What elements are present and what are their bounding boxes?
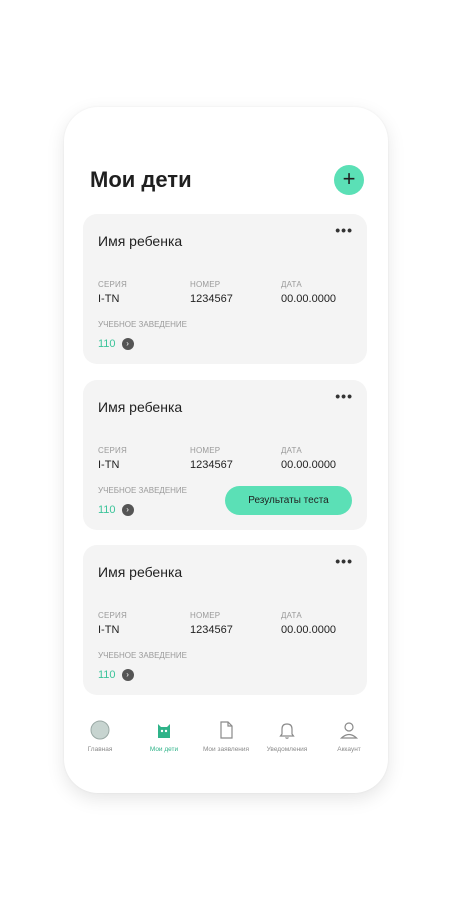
child-card[interactable]: Имя ребенка ••• Серия I-TN Номер 1234567… — [83, 214, 367, 364]
school-link[interactable]: 110 › — [98, 666, 187, 681]
number-value: 1234567 — [190, 459, 233, 471]
tab-notifications[interactable]: Уведомления — [255, 719, 319, 753]
school-label: Учебное заведение — [98, 486, 188, 495]
number-label: Номер — [190, 280, 221, 289]
series-label: Серия — [98, 280, 127, 289]
tab-applications-label: Мои заявления — [202, 746, 250, 753]
school-link[interactable]: 110 › — [98, 501, 187, 516]
arrow-right-icon[interactable]: › — [121, 503, 134, 516]
series-field: Серия I-TN — [98, 611, 127, 636]
add-child-button[interactable]: + — [334, 165, 364, 195]
school-value[interactable]: 110 — [98, 669, 116, 681]
page-title: Мои дети — [90, 167, 192, 192]
series-value: I-TN — [98, 293, 120, 305]
school-block: Учебное заведение 110 › — [98, 486, 188, 516]
school-value[interactable]: 110 — [98, 504, 116, 516]
series-value: I-TN — [98, 459, 120, 471]
tab-account-label: Аккаунт — [337, 746, 361, 753]
number-field: Номер 1234567 — [190, 280, 233, 305]
test-results-button[interactable]: Результаты теста — [225, 486, 352, 515]
bottom-tab-bar: Главная Мои дети Мои заявления Уведомлен… — [64, 719, 388, 759]
child-card[interactable]: Имя ребенка ••• Серия I-TN Номер 1234567… — [83, 380, 367, 530]
tab-account[interactable]: Аккаунт — [317, 719, 381, 753]
school-block: Учебное заведение 110 › — [98, 651, 188, 681]
certificate-fields: Серия I-TN Номер 1234567 Дата 00.00.0000 — [98, 446, 358, 476]
tab-applications[interactable]: Мои заявления — [194, 719, 258, 753]
date-label: Дата — [281, 611, 302, 620]
number-field: Номер 1234567 — [190, 611, 233, 636]
header: Мои дети + — [90, 165, 364, 199]
more-options-icon[interactable]: ••• — [335, 222, 353, 238]
certificate-fields: Серия I-TN Номер 1234567 Дата 00.00.0000 — [98, 611, 358, 641]
certificate-fields: Серия I-TN Номер 1234567 Дата 00.00.0000 — [98, 280, 358, 310]
more-options-icon[interactable]: ••• — [335, 388, 353, 404]
school-link[interactable]: 110 › — [98, 335, 187, 350]
date-field: Дата 00.00.0000 — [281, 446, 336, 471]
number-value: 1234567 — [190, 624, 233, 636]
account-icon[interactable] — [338, 719, 360, 741]
date-value: 00.00.0000 — [281, 624, 337, 636]
bell-icon[interactable] — [276, 719, 298, 741]
more-options-icon[interactable]: ••• — [335, 553, 353, 569]
series-field: Серия I-TN — [98, 280, 127, 305]
phone-screen: Мои дети + Имя ребенка ••• Серия I-TN Но… — [64, 107, 388, 793]
tab-notifications-label: Уведомления — [266, 746, 308, 753]
arrow-right-icon[interactable]: › — [121, 668, 134, 681]
child-name: Имя ребенка — [98, 399, 183, 415]
arrow-right-icon[interactable]: › — [121, 337, 134, 350]
date-label: Дата — [281, 280, 302, 289]
child-name: Имя ребенка — [98, 233, 183, 249]
series-field: Серия I-TN — [98, 446, 127, 471]
tab-home-label: Главная — [87, 746, 113, 753]
series-label: Серия — [98, 611, 127, 620]
child-name: Имя ребенка — [98, 564, 183, 580]
date-field: Дата 00.00.0000 — [281, 611, 336, 636]
tab-my-children[interactable]: Мои дети — [132, 719, 196, 753]
home-icon[interactable] — [89, 719, 111, 741]
series-value: I-TN — [98, 624, 120, 636]
date-value: 00.00.0000 — [281, 459, 337, 471]
school-label: Учебное заведение — [98, 320, 188, 329]
number-value: 1234567 — [190, 293, 233, 305]
document-icon[interactable] — [215, 719, 237, 741]
tab-my-children-label: Мои дети — [149, 746, 179, 753]
date-value: 00.00.0000 — [281, 293, 337, 305]
tab-home[interactable]: Главная — [68, 719, 132, 753]
school-label: Учебное заведение — [98, 651, 188, 660]
number-field: Номер 1234567 — [190, 446, 233, 471]
date-label: Дата — [281, 446, 302, 455]
child-card[interactable]: Имя ребенка ••• Серия I-TN Номер 1234567… — [83, 545, 367, 695]
series-label: Серия — [98, 446, 127, 455]
date-field: Дата 00.00.0000 — [281, 280, 336, 305]
number-label: Номер — [190, 611, 221, 620]
child-icon[interactable] — [153, 719, 175, 741]
school-block: Учебное заведение 110 › — [98, 320, 188, 350]
school-value[interactable]: 110 — [98, 338, 116, 350]
number-label: Номер — [190, 446, 221, 455]
